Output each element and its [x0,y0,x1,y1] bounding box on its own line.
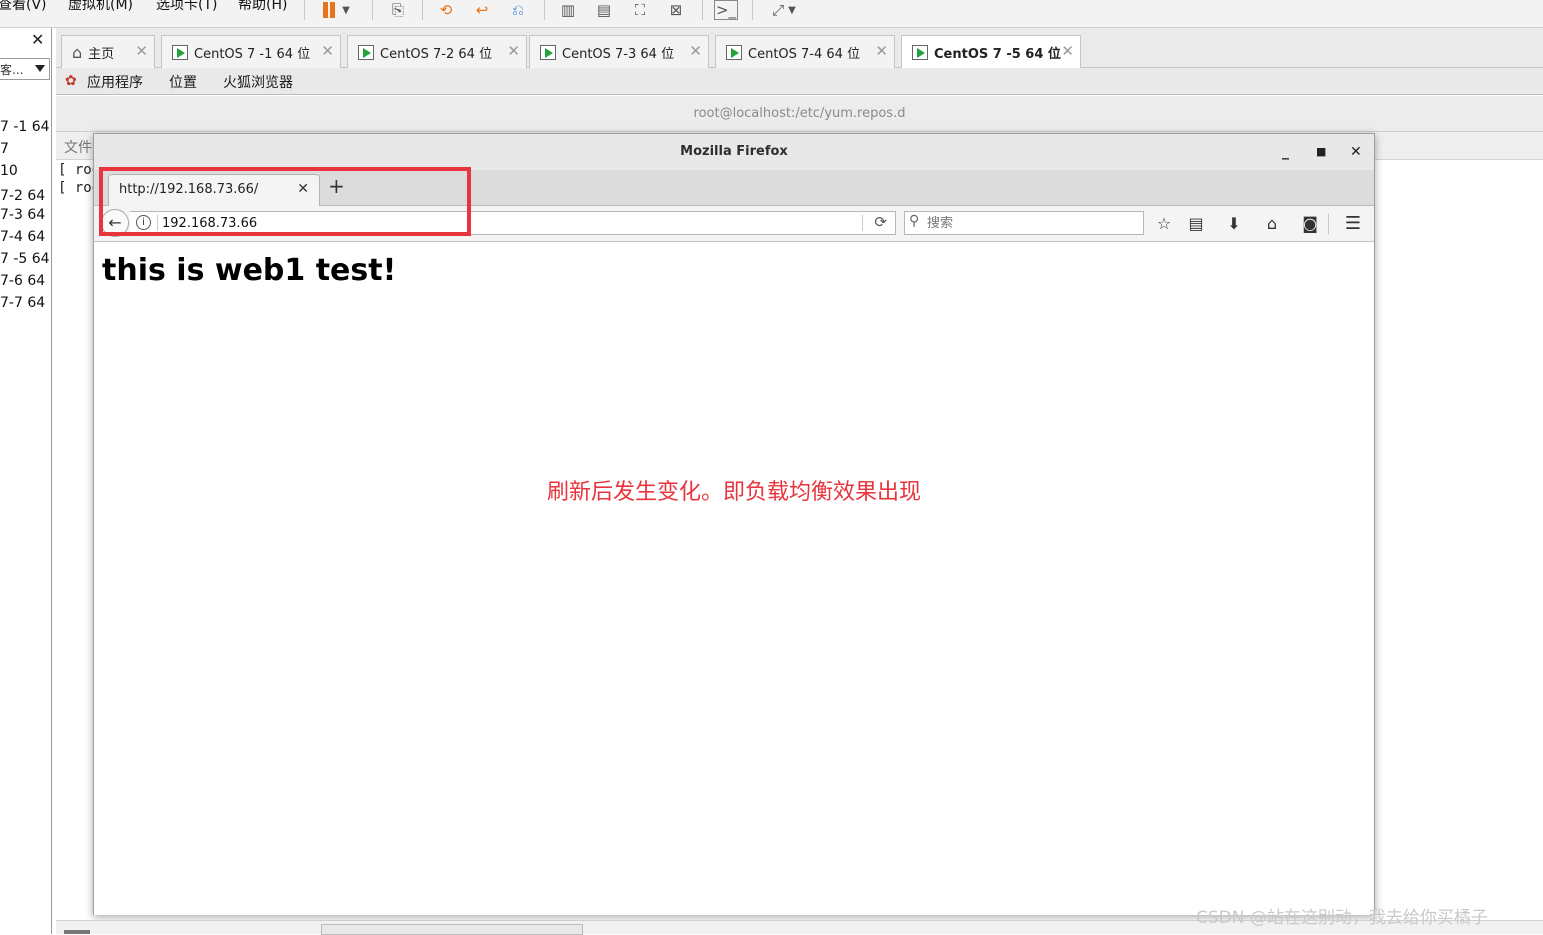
library-item[interactable]: 7 [0,141,50,157]
pause-button[interactable]: ▼ [316,0,356,20]
firefox-tab-title: http://192.168.73.66/ [119,182,259,197]
library-item[interactable]: 7-6 64 [0,273,50,289]
thumbnail-view-icon[interactable]: ▤ [592,0,616,20]
library-panel: ✕ 客... 7 -1 64 7 10 7-2 64 位 7-3 64 7-4 … [0,28,52,934]
revert-snapshot-icon[interactable]: ↩ [470,0,494,20]
vm-tab-strip: ⌂ 主页 ✕ CentOS 7 -1 64 位 ✕ CentOS 7-2 64 … [56,28,1543,69]
library-item[interactable]: 7-4 64 [0,229,50,245]
snapshot-icon[interactable]: ⟲ [434,0,458,20]
minimize-icon[interactable]: _ [1282,134,1289,170]
firefox-tabbar: http://192.168.73.66/ ✕ + [94,170,1374,206]
tab-label: CentOS 7-3 64 位 [562,46,675,62]
library-view-icon[interactable]: ▥ [556,0,580,20]
library-item[interactable]: 7-2 64 位 [0,185,50,205]
menu-view[interactable]: 查看(V) [0,0,47,14]
terminal-menu-file[interactable]: 文件 [64,137,92,157]
home-icon[interactable]: ⌂ [1259,212,1285,236]
firefox-tab[interactable]: http://192.168.73.66/ ✕ [108,174,320,206]
library-search-placeholder: 客... [0,63,24,77]
chevron-down-icon [35,65,45,72]
watermark: CSDN @站在这别动，我去给你买橘子 [1196,908,1488,928]
library-close-icon[interactable]: ✕ [31,30,44,49]
reload-icon[interactable]: ⟳ [874,213,887,231]
close-icon[interactable]: ✕ [135,42,148,60]
search-input[interactable] [927,214,1137,232]
search-box[interactable]: ⚲ [904,211,1144,235]
new-tab-button[interactable]: + [328,174,345,198]
search-icon: ⚲ [909,213,920,229]
close-icon[interactable]: ✕ [875,42,888,60]
gnome-applications-menu[interactable]: 应用程序 [87,72,143,92]
firefox-window: Mozilla Firefox _ ■ ✕ http://192.168.73.… [93,133,1375,915]
maximize-icon[interactable]: ■ [1316,134,1326,170]
bookmark-star-icon[interactable]: ☆ [1151,212,1177,236]
gnome-top-bar: ✿ 应用程序 位置 火狐浏览器 [56,68,1543,95]
vm-icon [912,45,928,60]
annotation-text: 刷新后发生变化。即负载均衡效果出现 [547,480,922,505]
firefox-window-title: Mozilla Firefox [680,144,788,159]
tab-label: CentOS 7-4 64 位 [748,46,861,62]
stretch-icon[interactable]: ⤢ ▼ [764,0,804,20]
menu-help[interactable]: 帮助(H) [238,0,287,14]
tab-label: CentOS 7 -1 64 位 [194,46,311,62]
pocket-icon[interactable]: ◙ [1297,212,1323,236]
tab-label: CentOS 7 -5 64 位 [934,47,1061,62]
fullscreen-icon[interactable]: ⛶ [628,0,652,20]
close-tab-icon[interactable]: ✕ [297,181,309,197]
page-heading: this is web1 test! [102,253,397,288]
download-icon[interactable]: ⬇ [1221,212,1247,236]
info-icon[interactable]: i [136,215,151,230]
vm-icon [726,44,742,60]
reader-list-icon[interactable]: ▤ [1183,212,1209,236]
close-icon[interactable]: ✕ [507,42,520,60]
firefox-navbar: ← i ⟳ ⚲ ☆ ▤ ⬇ ⌂ ◙ ☰ [94,206,1374,242]
home-icon: ⌂ [72,42,83,62]
firefox-titlebar: Mozilla Firefox _ ■ ✕ [94,134,1374,170]
library-search-dropdown[interactable]: 客... [0,58,50,80]
vm-icon [358,44,374,60]
console-icon[interactable]: >_ [714,0,738,20]
back-arrow-icon: ← [108,213,122,232]
gnome-foot-icon: ✿ [65,73,77,89]
library-item[interactable]: 7-3 64 [0,207,50,223]
tab-centos-7-4[interactable]: CentOS 7-4 64 位 ✕ [715,35,895,68]
tab-centos-7-3[interactable]: CentOS 7-3 64 位 ✕ [529,35,709,68]
unity-icon[interactable]: ⊠ [664,0,688,20]
gnome-firefox-menu[interactable]: 火狐浏览器 [223,72,293,92]
library-item[interactable]: 10 [0,163,50,179]
menu-tabs[interactable]: 选项卡(T) [156,0,217,14]
close-icon[interactable]: ✕ [1061,42,1074,60]
close-icon[interactable]: ✕ [321,42,334,60]
hamburger-menu-icon[interactable]: ☰ [1340,212,1366,236]
close-icon[interactable]: ✕ [1350,134,1362,170]
url-input[interactable] [162,214,852,232]
vm-icon [540,44,556,60]
gnome-places-menu[interactable]: 位置 [169,72,197,92]
tab-label: CentOS 7-2 64 位 [380,46,493,62]
vm-icon [172,44,188,60]
tab-label: 主页 [88,46,115,62]
library-item[interactable]: 7-7 64 [0,295,50,311]
menu-vm[interactable]: 虚拟机(M) [68,0,133,14]
tab-home[interactable]: ⌂ 主页 ✕ [61,35,155,68]
snapshot-manager-icon[interactable]: ⎌ [506,0,530,20]
terminal-title: root@localhost:/etc/yum.repos.d [56,96,1543,132]
library-item[interactable]: 7 -1 64 [0,119,50,135]
back-button[interactable]: ← [101,209,129,237]
tab-centos-7-5[interactable]: CentOS 7 -5 64 位 ✕ [901,35,1081,69]
send-keys-icon[interactable]: ⎘ [386,0,410,20]
page-content: this is web1 test! [94,243,1374,915]
url-bar[interactable]: i ⟳ [130,211,896,235]
library-item[interactable]: 7 -5 64 [0,251,50,267]
tab-centos-7-2[interactable]: CentOS 7-2 64 位 ✕ [347,35,527,68]
tab-centos-7-1[interactable]: CentOS 7 -1 64 位 ✕ [161,35,341,68]
vmware-menubar: 查看(V) 虚拟机(M) 选项卡(T) 帮助(H) ▼ ⎘ ⟲ ↩ ⎌ ▥ ▤ … [0,0,1543,28]
close-icon[interactable]: ✕ [689,42,702,60]
